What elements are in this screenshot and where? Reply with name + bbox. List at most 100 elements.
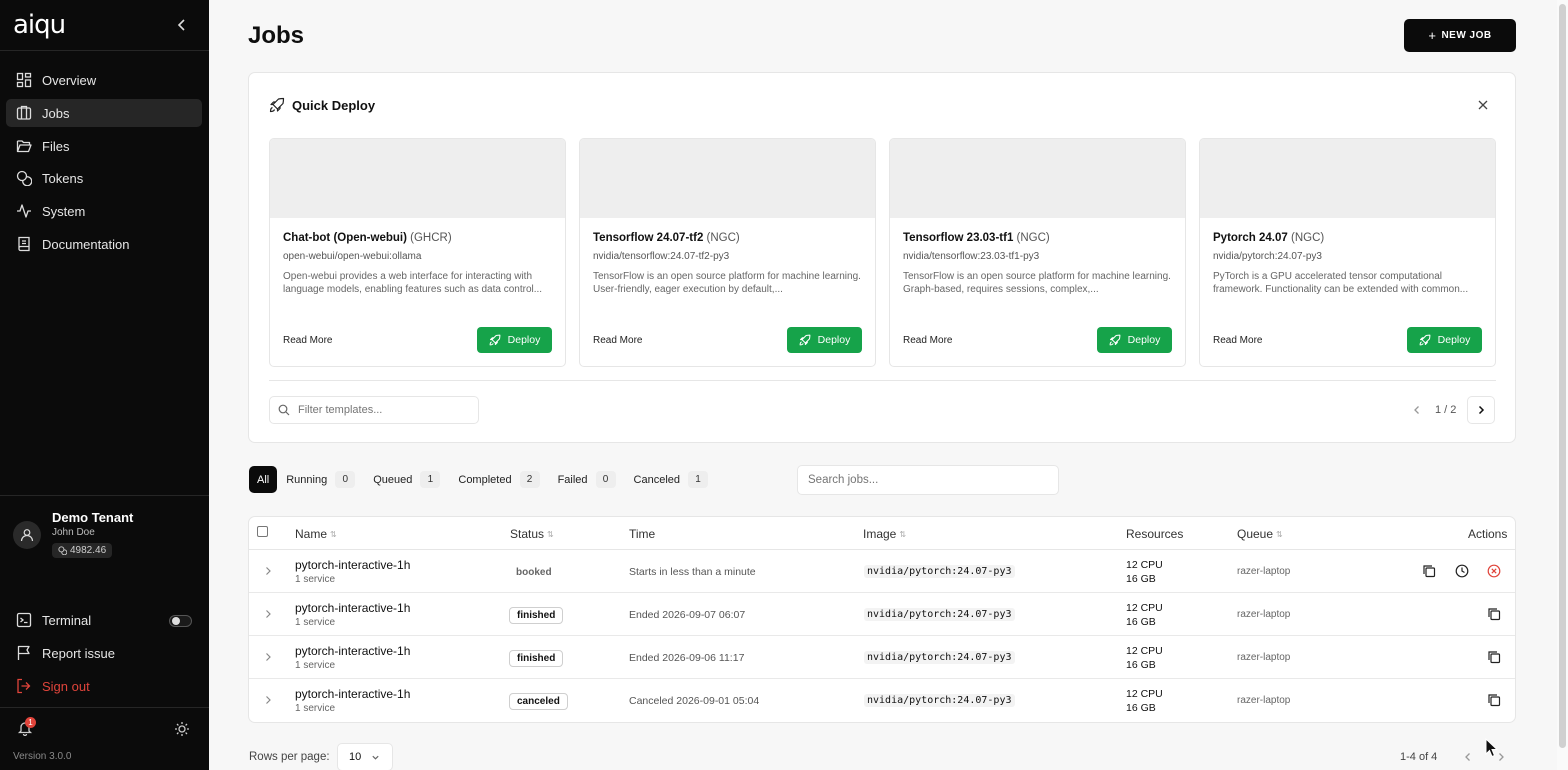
divider	[269, 380, 1496, 381]
deploy-label: Deploy	[1437, 334, 1471, 346]
chevron-left-icon[interactable]	[175, 17, 189, 33]
filter-templates[interactable]	[269, 396, 479, 424]
copy-icon[interactable]	[1487, 650, 1501, 664]
new-job-button[interactable]: + NEW JOB	[1404, 19, 1516, 52]
terminal-toggle[interactable]	[169, 615, 192, 627]
tab-running[interactable]: Running 0	[277, 466, 364, 493]
deploy-label: Deploy	[1127, 334, 1161, 346]
chevron-right-icon[interactable]	[263, 609, 273, 619]
template-card[interactable]: Tensorflow 24.07-tf2 (NGC) nvidia/tensor…	[579, 138, 876, 367]
deploy-button[interactable]: Deploy	[1097, 327, 1172, 353]
tab-queued[interactable]: Queued 1	[364, 466, 449, 493]
column-name[interactable]: Name ⇅	[295, 527, 337, 541]
card-title: Tensorflow 24.07-tf2 (NGC)	[593, 232, 740, 244]
card-image-placeholder	[270, 139, 565, 218]
scrollbar-thumb[interactable]	[1559, 4, 1566, 748]
read-more-link[interactable]: Read More	[903, 335, 952, 346]
rocket-icon	[1109, 334, 1121, 346]
mouse-cursor-icon	[1485, 738, 1499, 758]
cancel-icon[interactable]	[1487, 564, 1501, 578]
deploy-button[interactable]: Deploy	[477, 327, 552, 353]
template-card[interactable]: Tensorflow 23.03-tf1 (NGC) nvidia/tensor…	[889, 138, 1186, 367]
copy-icon[interactable]	[1422, 564, 1436, 578]
sidebar-item-label: Tokens	[42, 170, 84, 186]
app-logo[interactable]: aiqu	[13, 10, 66, 40]
tab-completed[interactable]: Completed 2	[449, 466, 548, 493]
new-job-label: NEW JOB	[1441, 30, 1492, 41]
column-resources: Resources	[1126, 527, 1184, 541]
chevron-right-icon[interactable]	[263, 566, 273, 576]
column-queue[interactable]: Queue ⇅	[1237, 527, 1283, 541]
search-jobs-input[interactable]	[808, 474, 1048, 486]
card-description: TensorFlow is an open source platform fo…	[593, 271, 861, 295]
status-badge: booked	[516, 567, 552, 578]
chevron-left-icon[interactable]	[1463, 751, 1473, 763]
sun-icon[interactable]	[174, 721, 190, 737]
templates-page-indicator: 1 / 2	[1435, 404, 1457, 416]
search-jobs[interactable]	[797, 465, 1059, 495]
read-more-link[interactable]: Read More	[593, 335, 642, 346]
card-image-placeholder	[1200, 139, 1495, 218]
card-image-name: open-webui/open-webui:ollama	[283, 251, 422, 262]
sidebar-item-report-issue[interactable]: Report issue	[6, 639, 202, 667]
search-icon	[278, 404, 290, 416]
rows-per-page-select[interactable]: 10	[337, 743, 393, 770]
card-image-name: nvidia/tensorflow:24.07-tf2-py3	[593, 251, 730, 262]
close-icon[interactable]	[1477, 99, 1489, 111]
sidebar-divider	[0, 495, 209, 496]
table-row[interactable]: pytorch-interactive-1h 1 service booked …	[249, 550, 1515, 593]
copy-icon[interactable]	[1487, 693, 1501, 707]
chevron-right-icon[interactable]	[263, 695, 273, 705]
deploy-button[interactable]: Deploy	[787, 327, 862, 353]
jobs-icon	[16, 105, 32, 120]
job-queue: razer-laptop	[1237, 609, 1291, 620]
read-more-link[interactable]: Read More	[283, 335, 332, 346]
select-all-checkbox[interactable]	[257, 526, 268, 537]
job-services: 1 service	[295, 703, 336, 714]
tab-failed[interactable]: Failed 0	[549, 466, 625, 493]
column-time: Time	[629, 527, 656, 541]
template-card[interactable]: Chat-bot (Open-webui) (GHCR) open-webui/…	[269, 138, 566, 367]
column-image[interactable]: Image ⇅	[863, 527, 906, 541]
sidebar-item-jobs[interactable]: Jobs	[6, 99, 202, 127]
table-row[interactable]: pytorch-interactive-1h 1 service cancele…	[249, 679, 1515, 722]
tab-canceled[interactable]: Canceled 1	[625, 466, 717, 493]
sidebar-item-files[interactable]: Files	[6, 132, 202, 160]
job-resources: 12 CPU 16 GB	[1126, 688, 1163, 714]
column-actions: Actions	[1468, 527, 1508, 541]
card-image-name: nvidia/tensorflow:23.03-tf1-py3	[903, 251, 1040, 262]
card-title: Chat-bot (Open-webui) (GHCR)	[283, 232, 452, 244]
sidebar-item-label: Terminal	[42, 612, 92, 628]
status-badge: finished	[509, 607, 564, 624]
sidebar-item-tokens[interactable]: Tokens	[6, 164, 202, 192]
sidebar-item-system[interactable]: System	[6, 197, 202, 225]
grid-icon	[16, 72, 32, 88]
table-row[interactable]: pytorch-interactive-1h 1 service finishe…	[249, 593, 1515, 636]
quick-deploy-header: Quick Deploy	[269, 97, 375, 113]
clock-icon[interactable]	[1455, 564, 1469, 578]
read-more-link[interactable]: Read More	[1213, 335, 1262, 346]
chevron-left-icon	[1414, 406, 1419, 414]
page-title: Jobs	[248, 22, 305, 49]
chevron-right-icon[interactable]	[263, 652, 273, 662]
copy-icon[interactable]	[1487, 607, 1501, 621]
job-time: Ended 2026-09-07 06:07	[629, 609, 746, 621]
sidebar-item-overview[interactable]: Overview	[6, 66, 202, 94]
tab-all[interactable]: All	[249, 466, 278, 493]
scrollbar[interactable]	[1557, 0, 1568, 770]
column-status[interactable]: Status ⇅	[510, 527, 554, 541]
table-row[interactable]: pytorch-interactive-1h 1 service finishe…	[249, 636, 1515, 679]
job-queue: razer-laptop	[1237, 652, 1291, 663]
credit-amount: 4982.46	[70, 545, 107, 556]
deploy-button[interactable]: Deploy	[1407, 327, 1482, 353]
card-image-placeholder	[890, 139, 1185, 218]
templates-next-button[interactable]	[1467, 396, 1495, 424]
sidebar: aiqu Overview Jobs Files Tokens System D…	[0, 0, 209, 770]
job-resources: 12 CPU 16 GB	[1126, 645, 1163, 671]
sidebar-item-documentation[interactable]: Documentation	[6, 230, 202, 258]
deploy-label: Deploy	[507, 334, 541, 346]
templates-prev-button[interactable]	[1403, 396, 1431, 424]
filter-templates-input[interactable]	[298, 404, 468, 416]
sidebar-item-sign-out[interactable]: Sign out	[6, 672, 202, 700]
template-card[interactable]: Pytorch 24.07 (NGC) nvidia/pytorch:24.07…	[1199, 138, 1496, 367]
